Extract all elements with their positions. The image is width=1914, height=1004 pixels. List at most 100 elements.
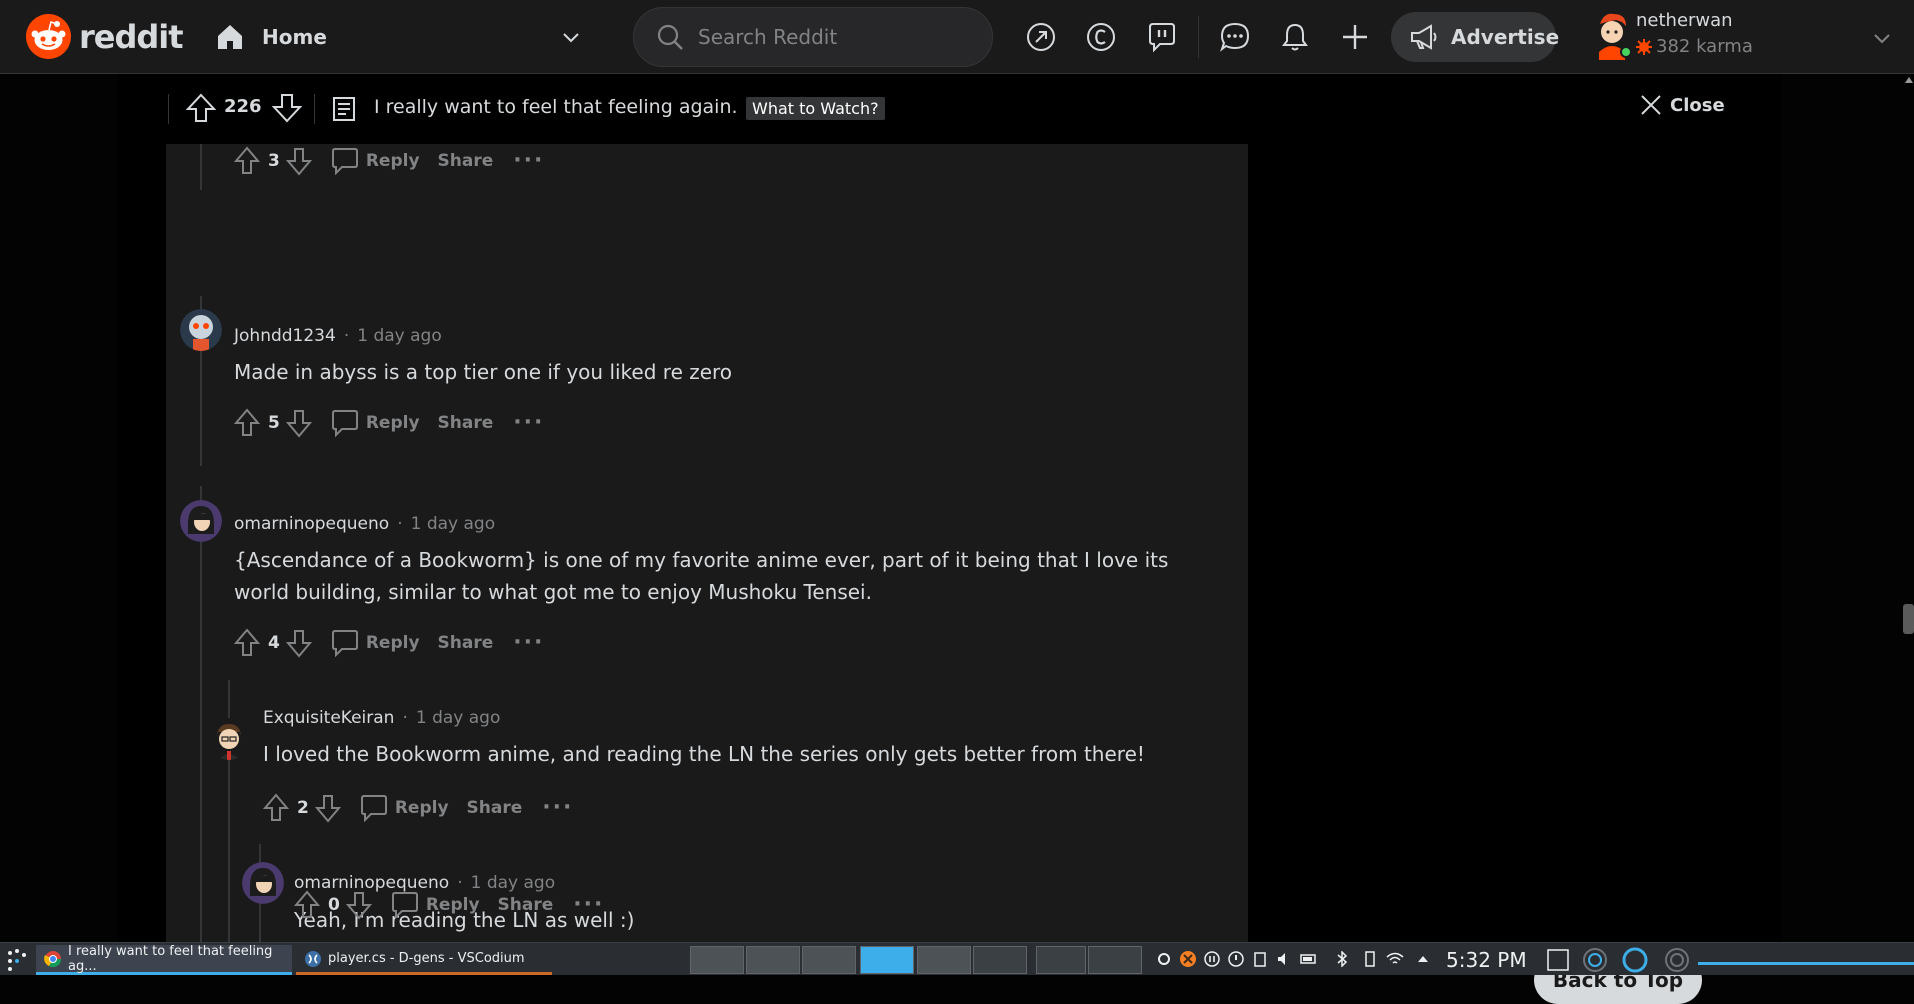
virtual-desktop-8[interactable] — [1088, 946, 1142, 974]
comment-actions: 2 Reply Share ··· — [263, 791, 573, 825]
update-tray-icon[interactable] — [1228, 951, 1244, 967]
share-button[interactable]: Share — [438, 633, 494, 653]
home-icon — [214, 21, 246, 53]
taskbar-browser-window[interactable]: I really want to feel that feeling ag... — [36, 944, 292, 975]
downvote-icon[interactable] — [314, 793, 341, 823]
search-icon — [656, 23, 684, 51]
avatar[interactable] — [208, 718, 250, 760]
downvote-icon[interactable] — [285, 146, 312, 176]
taskbar-vscodium-window[interactable]: player.cs - D-gens - VSCodium — [296, 945, 552, 975]
text-post-icon — [332, 96, 356, 122]
comment-meta: omarninopequeno · 1 day ago — [234, 514, 495, 534]
comment-icon — [330, 409, 360, 437]
comment-author[interactable]: Johndd1234 — [234, 326, 336, 346]
pause-tray-icon[interactable] — [1204, 951, 1220, 967]
volume-icon[interactable] — [1276, 951, 1292, 967]
comments-section: 3 Reply Share ··· Johndd1234 · 1 day ago… — [166, 144, 1248, 942]
popular-icon[interactable] — [1022, 18, 1060, 56]
comment-score: 5 — [268, 413, 280, 433]
avatar[interactable] — [180, 309, 222, 351]
close-circle-tray-icon[interactable] — [1180, 951, 1196, 967]
circle-widget-icon[interactable] — [1664, 947, 1690, 973]
reply-label: Reply — [365, 413, 420, 433]
comment-actions: 0 Reply Share ··· — [294, 888, 604, 922]
post-overlay: 226 I really want to feel that feeling a… — [118, 74, 1782, 1004]
reply-button[interactable]: Reply — [390, 891, 480, 919]
upvote-icon[interactable] — [234, 146, 260, 176]
comment-timestamp[interactable]: 1 day ago — [411, 514, 496, 534]
show-desktop-icon[interactable] — [1547, 949, 1569, 971]
messages-icon[interactable] — [1216, 18, 1254, 56]
divider — [168, 94, 169, 124]
coins-icon[interactable] — [1082, 18, 1120, 56]
reply-button[interactable]: Reply — [330, 147, 420, 175]
upvote-icon[interactable] — [186, 92, 216, 124]
create-post-plus-icon[interactable] — [1336, 18, 1374, 56]
comment-timestamp[interactable]: 1 day ago — [416, 708, 501, 728]
home-feed-dropdown[interactable]: Home — [214, 14, 594, 60]
virtual-desktop-7[interactable] — [1036, 946, 1086, 974]
wifi-icon[interactable] — [1386, 951, 1404, 967]
virtual-desktop-4[interactable] — [860, 946, 914, 974]
reddit-wordmark: reddit — [79, 17, 184, 56]
settings-tray-icon[interactable] — [1156, 951, 1172, 967]
volume-level-bar — [1698, 962, 1914, 965]
comment-score: 2 — [297, 798, 309, 818]
reply-button[interactable]: Reply — [330, 629, 420, 657]
search-tray-icon[interactable] — [1582, 947, 1608, 973]
chat-bubble-icon[interactable] — [1143, 18, 1181, 56]
device-tray-icon[interactable] — [1364, 951, 1380, 967]
battery-icon[interactable] — [1300, 951, 1316, 967]
scroll-up-arrow-icon[interactable] — [1905, 76, 1913, 84]
more-options-icon[interactable]: ··· — [573, 894, 604, 916]
post-flair[interactable]: What to Watch? — [746, 97, 885, 120]
share-button[interactable]: Share — [438, 151, 494, 171]
close-button[interactable]: Close — [1640, 94, 1725, 116]
comment-timestamp[interactable]: 1 day ago — [357, 326, 442, 346]
reddit-logo[interactable]: reddit — [26, 14, 184, 59]
avatar[interactable] — [242, 862, 284, 904]
downvote-icon[interactable] — [345, 890, 372, 920]
post-title[interactable]: I really want to feel that feeling again… — [374, 96, 738, 118]
share-button[interactable]: Share — [467, 798, 523, 818]
reply-button[interactable]: Reply — [359, 794, 449, 822]
advertise-label: Advertise — [1451, 25, 1560, 49]
scrollbar-thumb[interactable] — [1903, 604, 1914, 634]
karma-text: 382 karma — [1656, 36, 1753, 57]
upvote-icon[interactable] — [294, 890, 320, 920]
comment-score: 0 — [328, 895, 340, 915]
more-options-icon[interactable]: ··· — [513, 150, 544, 172]
more-options-icon[interactable]: ··· — [513, 412, 544, 434]
bluetooth-icon[interactable] — [1336, 951, 1352, 967]
upvote-icon[interactable] — [234, 628, 260, 658]
clock[interactable]: 5:32 PM — [1446, 948, 1527, 972]
more-options-icon[interactable]: ··· — [542, 797, 573, 819]
comment-author[interactable]: ExquisiteKeiran — [263, 708, 394, 728]
snoo-icon — [26, 14, 71, 59]
advertise-button[interactable]: Advertise — [1391, 12, 1560, 62]
virtual-desktop-2[interactable] — [746, 946, 800, 974]
more-options-icon[interactable]: ··· — [513, 632, 544, 654]
search-input[interactable]: Search Reddit — [633, 7, 993, 67]
downvote-icon[interactable] — [272, 92, 302, 124]
app-launcher-icon[interactable] — [4, 947, 30, 973]
circle-widget-icon[interactable] — [1622, 947, 1648, 973]
downvote-icon[interactable] — [285, 628, 312, 658]
virtual-desktop-5[interactable] — [917, 946, 971, 974]
downvote-icon[interactable] — [285, 408, 312, 438]
virtual-desktop-3[interactable] — [802, 946, 856, 974]
clipboard-tray-icon[interactable] — [1252, 951, 1268, 967]
avatar[interactable] — [180, 500, 222, 542]
notification-bell-icon[interactable] — [1276, 18, 1314, 56]
share-button[interactable]: Share — [438, 413, 494, 433]
upvote-icon[interactable] — [234, 408, 260, 438]
tray-expand-icon[interactable] — [1416, 951, 1432, 967]
virtual-desktop-6[interactable] — [973, 946, 1027, 974]
upvote-icon[interactable] — [263, 793, 289, 823]
user-menu[interactable]: netherwan 382 karma — [1592, 6, 1892, 68]
virtual-desktop-1[interactable] — [690, 946, 744, 974]
reply-label: Reply — [365, 151, 420, 171]
reply-button[interactable]: Reply — [330, 409, 420, 437]
comment-author[interactable]: omarninopequeno — [234, 514, 389, 534]
share-button[interactable]: Share — [498, 895, 554, 915]
